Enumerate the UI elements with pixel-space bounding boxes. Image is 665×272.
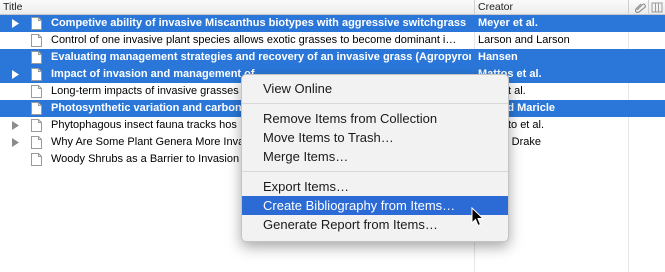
column-divider[interactable]	[474, 0, 475, 15]
menu-item-create-bibliography[interactable]: Create Bibliography from Items…	[242, 196, 508, 215]
item-row[interactable]: Control of one invasive plant species al…	[0, 32, 665, 49]
item-title: Evaluating management strategies and rec…	[51, 51, 471, 63]
column-divider[interactable]	[628, 0, 629, 15]
item-creator: Hansen	[478, 51, 518, 63]
item-title: Competive ability of invasive Miscanthus…	[51, 17, 467, 29]
document-icon	[31, 153, 42, 166]
creator-column-header[interactable]: Creator	[478, 0, 513, 15]
menu-item-move-to-trash[interactable]: Move Items to Trash…	[242, 128, 508, 147]
document-icon	[31, 34, 42, 47]
expand-triangle-icon[interactable]	[11, 137, 20, 148]
expand-triangle-icon[interactable]	[11, 18, 20, 29]
menu-separator	[242, 171, 508, 172]
document-icon	[31, 136, 42, 149]
menu-item-generate-report[interactable]: Generate Report from Items…	[242, 215, 508, 234]
document-icon	[31, 102, 42, 115]
mouse-pointer-icon	[471, 206, 485, 228]
menu-item-merge-items[interactable]: Merge Items…	[242, 147, 508, 166]
item-creator: Larson and Larson	[478, 34, 570, 46]
column-header: Title Creator	[0, 0, 665, 15]
menu-item-export-items[interactable]: Export Items…	[242, 177, 508, 196]
menu-item-remove-from-collection[interactable]: Remove Items from Collection	[242, 109, 508, 128]
expand-triangle-icon[interactable]	[11, 120, 20, 131]
column-picker-icon[interactable]	[650, 1, 664, 14]
title-column-header[interactable]: Title	[3, 0, 22, 15]
paperclip-icon[interactable]	[634, 2, 646, 14]
item-title: Control of one invasive plant species al…	[51, 34, 457, 46]
document-icon	[31, 68, 42, 81]
item-row[interactable]: Evaluating management strategies and rec…	[0, 49, 665, 66]
document-icon	[31, 85, 42, 98]
expand-triangle-icon[interactable]	[11, 69, 20, 80]
document-icon	[31, 51, 42, 64]
item-row[interactable]: Competive ability of invasive Miscanthus…	[0, 15, 665, 32]
menu-item-view-online[interactable]: View Online	[242, 79, 508, 98]
document-icon	[31, 119, 42, 132]
menu-separator	[242, 103, 508, 104]
document-icon	[31, 17, 42, 30]
context-menu: View Online Remove Items from Collection…	[241, 74, 509, 242]
column-divider[interactable]	[648, 0, 649, 15]
item-creator: Meyer et al.	[478, 17, 538, 29]
